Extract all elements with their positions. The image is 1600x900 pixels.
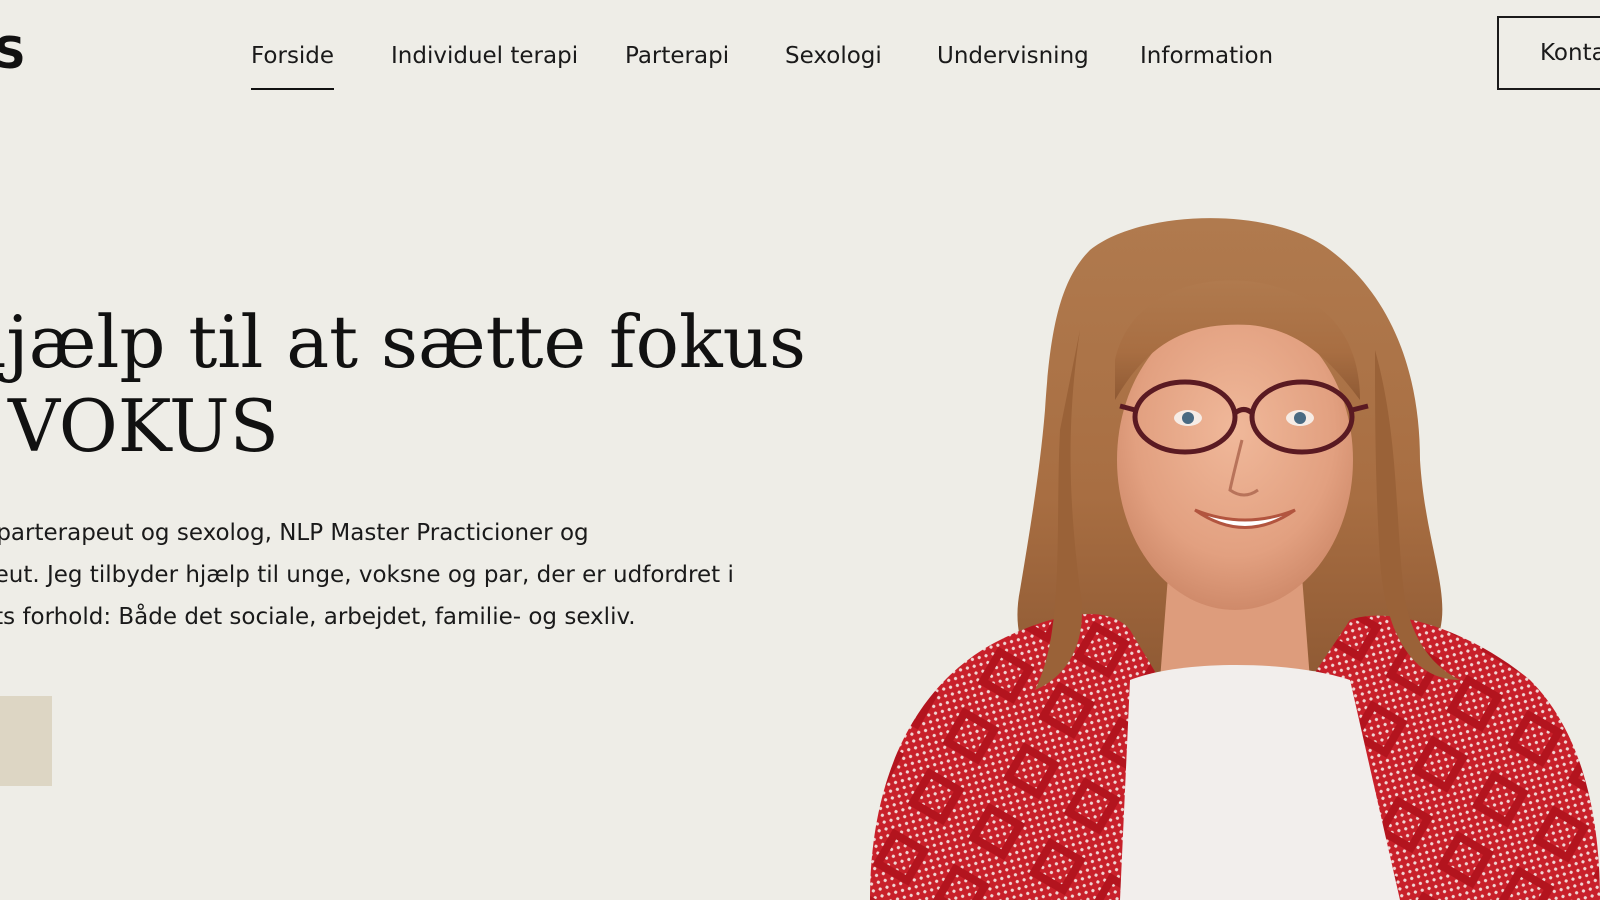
site-logo[interactable]: S xyxy=(0,28,27,80)
hero-description-line-2: peut. Jeg tilbyder hjælp til unge, voksn… xyxy=(0,562,734,588)
hero-title-line-2: VOKUS xyxy=(8,384,279,468)
portrait-photo xyxy=(870,218,1600,900)
nav-item-information[interactable]: Information xyxy=(1140,38,1273,74)
nav-item-sexologi[interactable]: Sexologi xyxy=(785,38,882,74)
cta-button[interactable]: g xyxy=(0,696,52,786)
page: S Forside Individuel terapi Parterapi Se… xyxy=(0,0,1600,900)
hero-description-line-3: ets forhold: Både det sociale, arbejdet,… xyxy=(0,604,636,630)
hero-description-line-1: t parterapeut og sexolog, NLP Master Pra… xyxy=(0,520,589,546)
hero-title: hjælp til at sætte fokus VOKUS xyxy=(0,300,806,468)
contact-button[interactable]: Konta xyxy=(1497,16,1600,90)
nav-item-forside[interactable]: Forside xyxy=(251,38,335,90)
nav-item-individuel-terapi[interactable]: Individuel terapi xyxy=(391,38,578,74)
hero-description: t parterapeut og sexolog, NLP Master Pra… xyxy=(0,512,800,638)
nav-item-undervisning[interactable]: Undervisning xyxy=(937,38,1089,74)
hero-title-line-1: hjælp til at sætte fokus xyxy=(0,300,806,384)
nav-item-parterapi[interactable]: Parterapi xyxy=(625,38,729,74)
